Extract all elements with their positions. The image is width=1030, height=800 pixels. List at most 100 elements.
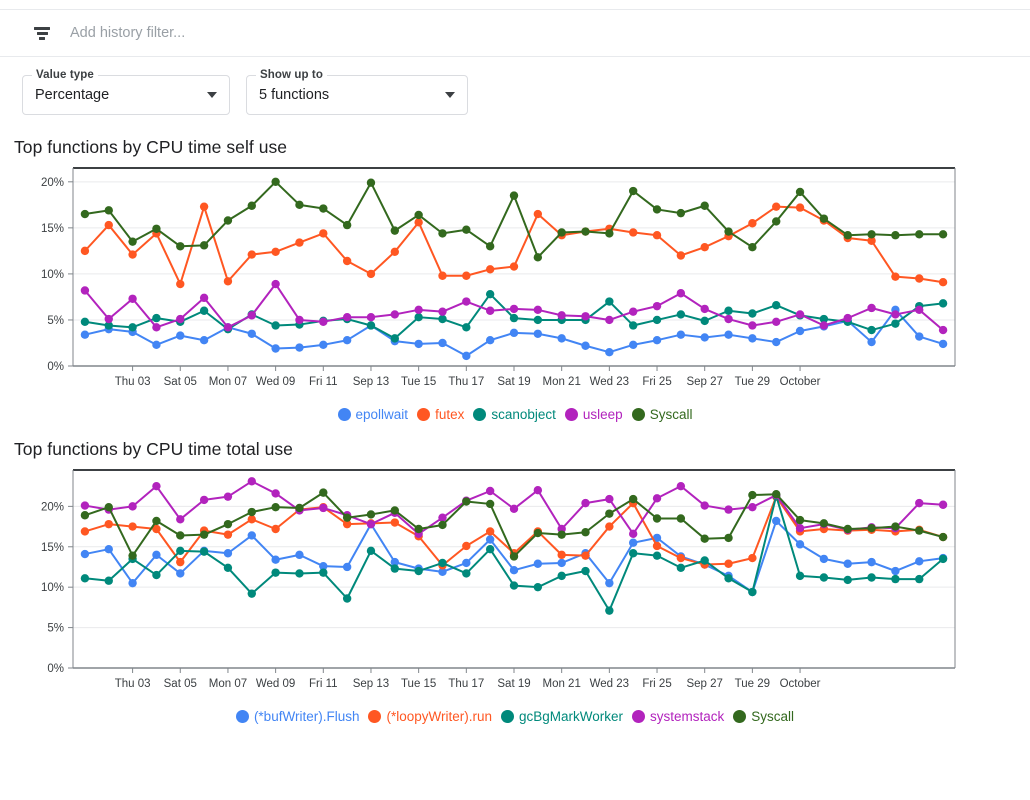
- data-point: [748, 309, 756, 317]
- x-tick-label: Tue 29: [735, 678, 770, 690]
- legend-item[interactable]: (*bufWriter).Flush: [236, 709, 360, 724]
- data-point: [176, 569, 184, 577]
- data-point: [605, 579, 613, 587]
- data-point: [844, 314, 852, 322]
- data-point: [319, 488, 327, 496]
- data-point: [367, 510, 375, 518]
- data-point: [176, 315, 184, 323]
- data-point: [200, 294, 208, 302]
- x-tick-label: Tue 29: [735, 376, 770, 388]
- history-filter-input[interactable]: [70, 25, 670, 41]
- legend-item[interactable]: usleep: [565, 407, 623, 422]
- legend-item[interactable]: futex: [417, 407, 464, 422]
- data-point: [677, 209, 685, 217]
- data-point: [629, 549, 637, 557]
- data-point: [295, 316, 303, 324]
- chart-block-total-use: Top functions by CPU time total use 0%5%…: [0, 439, 1030, 724]
- legend-label: systemstack: [650, 709, 724, 724]
- data-point: [748, 334, 756, 342]
- data-point: [891, 575, 899, 583]
- show-up-to-label: Show up to: [256, 69, 327, 81]
- legend-item[interactable]: epollwait: [338, 407, 409, 422]
- x-tick-label: Mon 07: [209, 376, 247, 388]
- y-tick-label: 20%: [41, 501, 64, 513]
- data-point: [629, 321, 637, 329]
- value-type-select[interactable]: Value type Percentage: [22, 75, 230, 115]
- data-point: [867, 230, 875, 238]
- legend-item[interactable]: (*loopyWriter).run: [368, 709, 492, 724]
- data-point: [891, 231, 899, 239]
- legend-item[interactable]: gcBgMarkWorker: [501, 709, 623, 724]
- data-point: [224, 520, 232, 528]
- y-tick-label: 5%: [47, 315, 64, 327]
- data-point: [462, 497, 470, 505]
- data-point: [176, 280, 184, 288]
- legend-item[interactable]: scanobject: [473, 407, 556, 422]
- legend-item[interactable]: Syscall: [632, 407, 693, 422]
- data-point: [462, 352, 470, 360]
- data-point: [319, 568, 327, 576]
- history-filter-bar: [0, 9, 1030, 57]
- data-point: [414, 211, 422, 219]
- data-point: [677, 251, 685, 259]
- data-point: [677, 289, 685, 297]
- chart-total-use: 0%5%10%15%20%Thu 03Sat 05Mon 07Wed 09Fri…: [0, 460, 1030, 708]
- show-up-to-select[interactable]: Show up to 5 functions: [246, 75, 468, 115]
- data-point: [510, 505, 518, 513]
- data-point: [939, 555, 947, 563]
- data-point: [724, 505, 732, 513]
- series-line: [85, 207, 943, 284]
- data-point: [128, 579, 136, 587]
- data-point: [581, 499, 589, 507]
- x-tick-label: Sep 13: [353, 678, 389, 690]
- data-point: [462, 569, 470, 577]
- data-point: [653, 542, 661, 550]
- data-point: [271, 489, 279, 497]
- data-point: [939, 340, 947, 348]
- data-point: [701, 202, 709, 210]
- data-point: [438, 513, 446, 521]
- data-point: [438, 272, 446, 280]
- data-point: [319, 341, 327, 349]
- x-tick-label: Tue 15: [401, 678, 436, 690]
- data-point: [105, 520, 113, 528]
- y-tick-label: 0%: [47, 663, 64, 675]
- value-type-value: Percentage: [35, 87, 201, 103]
- data-point: [152, 341, 160, 349]
- chart-title-total-use: Top functions by CPU time total use: [0, 439, 1030, 460]
- chart-legend-total-use: (*bufWriter).Flush (*loopyWriter).run gcBg…: [0, 709, 1030, 724]
- data-point: [367, 547, 375, 555]
- data-point: [248, 250, 256, 258]
- data-point: [629, 495, 637, 503]
- data-point: [796, 203, 804, 211]
- data-point: [271, 568, 279, 576]
- filter-funnel-icon[interactable]: [32, 23, 52, 43]
- data-point: [581, 342, 589, 350]
- x-tick-label: Thu 03: [115, 376, 151, 388]
- data-point: [414, 313, 422, 321]
- data-point: [939, 501, 947, 509]
- data-point: [152, 323, 160, 331]
- data-point: [796, 327, 804, 335]
- data-point: [534, 560, 542, 568]
- data-point: [438, 315, 446, 323]
- data-point: [486, 307, 494, 315]
- data-point: [510, 552, 518, 560]
- data-point: [701, 556, 709, 564]
- data-point: [915, 274, 923, 282]
- legend-label: futex: [435, 407, 464, 422]
- data-point: [200, 241, 208, 249]
- data-point: [748, 321, 756, 329]
- legend-item[interactable]: Syscall: [733, 709, 794, 724]
- data-point: [557, 228, 565, 236]
- x-tick-label: Sat 19: [497, 376, 530, 388]
- data-point: [867, 326, 875, 334]
- data-point: [176, 242, 184, 250]
- legend-item[interactable]: systemstack: [632, 709, 724, 724]
- data-point: [271, 178, 279, 186]
- data-point: [534, 330, 542, 338]
- data-point: [343, 313, 351, 321]
- data-point: [271, 344, 279, 352]
- data-point: [152, 551, 160, 559]
- legend-color-dot: [733, 710, 746, 723]
